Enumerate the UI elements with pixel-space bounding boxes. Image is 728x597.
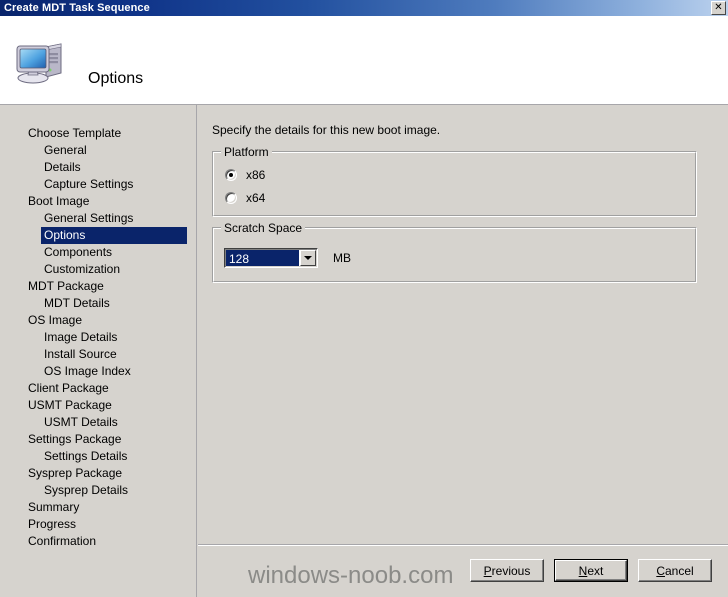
footer-separator: [198, 544, 728, 546]
nav-item-options[interactable]: Options: [41, 227, 187, 244]
create-mdt-task-sequence-dialog: Create MDT Task Sequence ✕ Options Choos…: [0, 0, 728, 597]
radio-option-x86[interactable]: x86: [225, 168, 265, 182]
cancel-button[interactable]: Cancel: [638, 559, 712, 582]
nav-item-general-settings[interactable]: General Settings: [0, 210, 196, 227]
nav-item-choose-template[interactable]: Choose Template: [0, 125, 196, 142]
nav-item-os-image-index[interactable]: OS Image Index: [0, 363, 196, 380]
title-bar: Create MDT Task Sequence ✕: [0, 0, 728, 16]
window-title: Create MDT Task Sequence: [4, 2, 150, 14]
platform-groupbox: Platform x86 x64: [212, 145, 697, 217]
wizard-step-nav: Choose Template General Details Capture Set…: [0, 105, 197, 597]
close-button[interactable]: ✕: [711, 1, 726, 15]
radio-indicator-x64: [225, 192, 237, 204]
scratch-space-legend: Scratch Space: [221, 221, 306, 235]
groupbox-inner-edge: [213, 152, 696, 216]
nav-item-confirmation[interactable]: Confirmation: [0, 533, 196, 550]
nav-list: Choose Template General Details Capture Set…: [0, 105, 196, 550]
radio-label-x86: x86: [246, 168, 266, 182]
nav-item-client-package[interactable]: Client Package: [0, 380, 196, 397]
nav-item-usmt-package[interactable]: USMT Package: [0, 397, 196, 414]
nav-item-general[interactable]: General: [0, 142, 196, 159]
nav-item-os-image[interactable]: OS Image: [0, 312, 196, 329]
next-button[interactable]: Next: [554, 559, 628, 582]
scratch-space-value: 128: [226, 250, 299, 266]
nav-item-progress[interactable]: Progress: [0, 516, 196, 533]
computer-icon: [14, 38, 68, 86]
dialog-button-bar: Previous Next Cancel: [470, 559, 712, 582]
content-panel: Specify the details for this new boot im…: [198, 105, 728, 597]
nav-item-components[interactable]: Components: [0, 244, 196, 261]
nav-item-settings-details[interactable]: Settings Details: [0, 448, 196, 465]
nav-item-settings-package[interactable]: Settings Package: [0, 431, 196, 448]
nav-item-capture-settings[interactable]: Capture Settings: [0, 176, 196, 193]
next-button-label: Next: [555, 560, 627, 581]
scratch-space-groupbox: Scratch Space 128 MB: [212, 221, 697, 283]
nav-item-sysprep-package[interactable]: Sysprep Package: [0, 465, 196, 482]
nav-item-install-source[interactable]: Install Source: [0, 346, 196, 363]
previous-button[interactable]: Previous: [470, 559, 544, 582]
nav-item-image-details[interactable]: Image Details: [0, 329, 196, 346]
nav-item-boot-image[interactable]: Boot Image: [0, 193, 196, 210]
scratch-space-combobox[interactable]: 128: [224, 248, 318, 268]
nav-item-customization[interactable]: Customization: [0, 261, 196, 278]
page-title: Options: [88, 70, 144, 87]
nav-item-mdt-package[interactable]: MDT Package: [0, 278, 196, 295]
nav-item-details[interactable]: Details: [0, 159, 196, 176]
nav-item-mdt-details[interactable]: MDT Details: [0, 295, 196, 312]
nav-item-usmt-details[interactable]: USMT Details: [0, 414, 196, 431]
radio-indicator-x86: [225, 169, 237, 181]
previous-button-label: Previous: [483, 563, 531, 578]
nav-item-summary[interactable]: Summary: [0, 499, 196, 516]
chevron-down-icon[interactable]: [300, 250, 316, 266]
nav-item-sysprep-details[interactable]: Sysprep Details: [0, 482, 196, 499]
dialog-header: Options: [0, 16, 728, 105]
platform-legend: Platform: [221, 145, 272, 159]
radio-label-x64: x64: [246, 191, 266, 205]
close-icon: ✕: [714, 2, 723, 13]
scratch-space-unit-label: MB: [333, 251, 351, 265]
instruction-text: Specify the details for this new boot im…: [212, 123, 441, 137]
cancel-button-label: Cancel: [656, 563, 694, 578]
radio-option-x64[interactable]: x64: [225, 191, 265, 205]
